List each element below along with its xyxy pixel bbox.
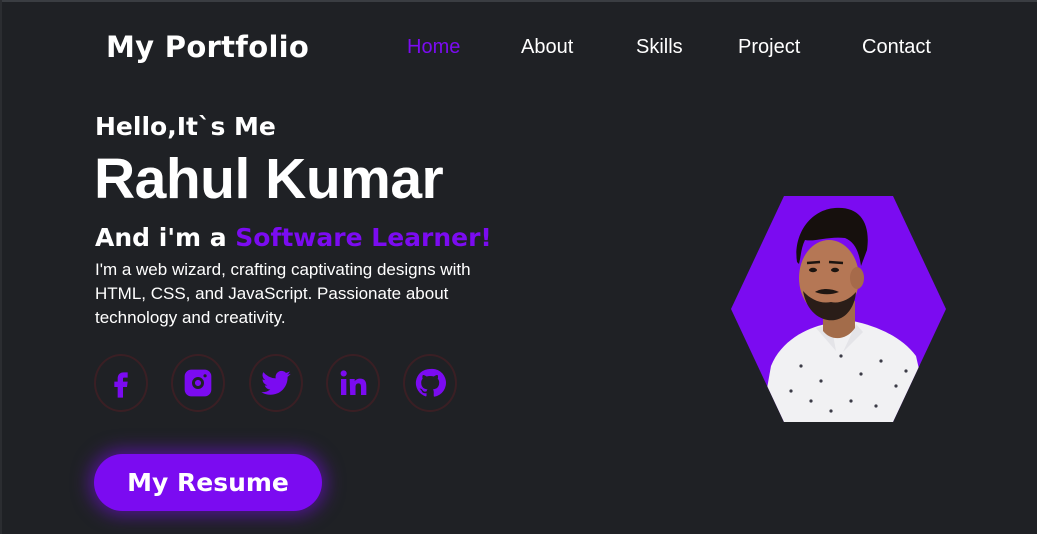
hero-role-prefix: And i'm a xyxy=(95,223,236,252)
hero-role: And i'm a Software Learner! xyxy=(95,223,492,252)
twitter-link[interactable] xyxy=(249,354,303,412)
nav-about-link[interactable]: About xyxy=(521,36,573,59)
social-links xyxy=(94,354,474,414)
linkedin-link[interactable] xyxy=(326,354,380,412)
hero-description: I'm a web wizard, crafting captivating d… xyxy=(95,260,471,327)
profile-photo xyxy=(731,196,946,422)
github-icon xyxy=(415,368,446,397)
linkedin-icon xyxy=(340,370,367,395)
my-resume-button[interactable]: My Resume xyxy=(94,454,322,511)
nav-skills-link[interactable]: Skills xyxy=(636,36,683,59)
twitter-icon xyxy=(261,370,291,395)
instagram-link[interactable] xyxy=(171,354,225,412)
hero-role-highlight: Software Learner! xyxy=(235,223,492,252)
nav-contact-link[interactable]: Contact xyxy=(862,36,931,59)
facebook-link[interactable] xyxy=(94,354,148,412)
profile-hexagon xyxy=(731,196,946,422)
window-left-border xyxy=(0,0,2,534)
github-link[interactable] xyxy=(403,354,457,412)
hero-name: Rahul Kumar xyxy=(94,147,444,211)
nav-project-link[interactable]: Project xyxy=(738,36,800,59)
main-nav: Home About Skills Project Contact xyxy=(0,36,1037,64)
hero-greeting: Hello,It`s Me xyxy=(95,112,276,141)
nav-home-link[interactable]: Home xyxy=(407,36,460,59)
instagram-icon xyxy=(184,369,212,397)
window-top-border xyxy=(0,0,1037,2)
facebook-icon xyxy=(114,372,128,398)
